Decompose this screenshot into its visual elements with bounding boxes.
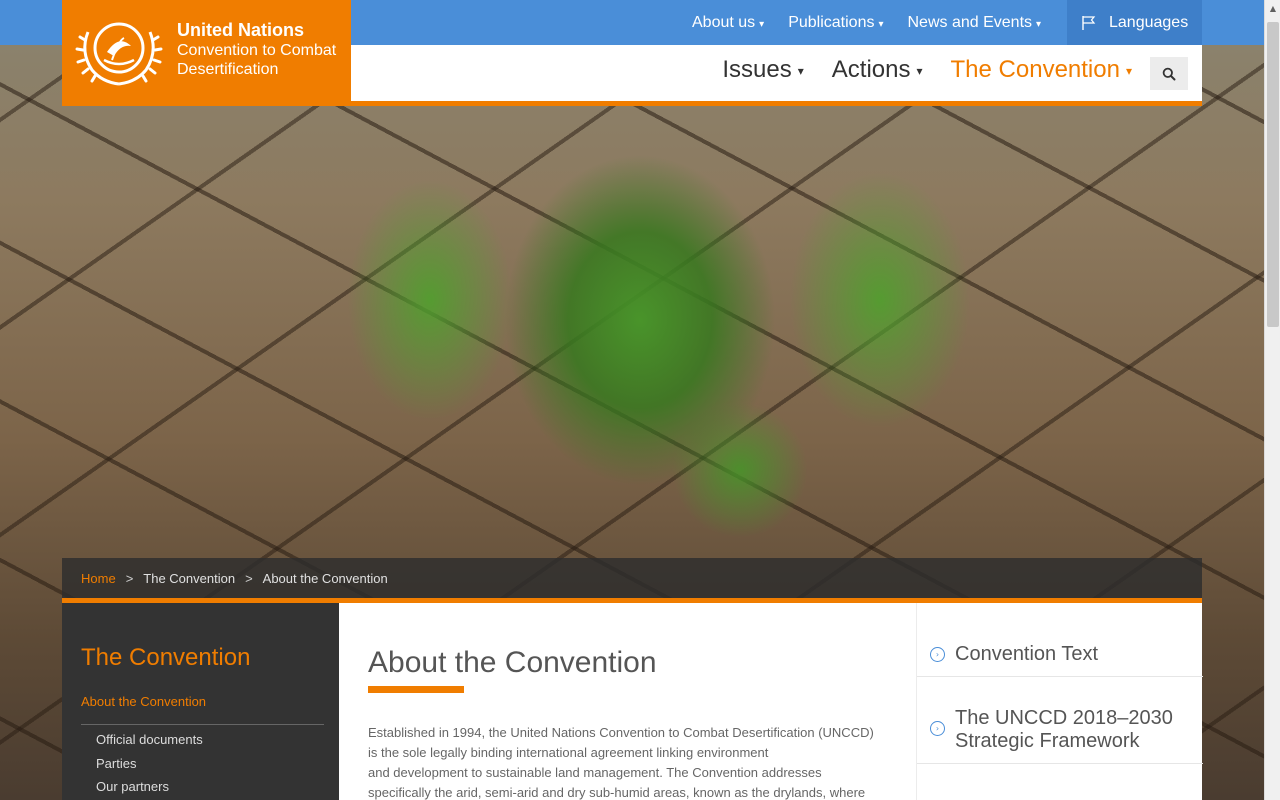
- breadcrumb-the-convention[interactable]: The Convention: [143, 571, 235, 586]
- top-nav-label: About us: [692, 13, 756, 31]
- caret-down-icon: ▾: [916, 63, 923, 78]
- main-nav-issues[interactable]: Issues ▾: [722, 56, 803, 84]
- caret-down-icon: ▾: [759, 18, 765, 30]
- top-nav-label: Publications: [788, 13, 875, 31]
- paragraph-line: and development to sustainable land mana…: [368, 765, 822, 780]
- sidebar-item-official-documents[interactable]: Official documents: [96, 732, 203, 747]
- intro-paragraph: Established in 1994, the United Nations …: [368, 723, 888, 800]
- related-link-label: The UNCCD 2018–2030 Strategic Framework: [955, 707, 1173, 752]
- main-content: About the Convention Established in 1994…: [339, 603, 916, 800]
- breadcrumb: Home > The Convention > About the Conven…: [62, 558, 1202, 598]
- breadcrumb-home[interactable]: Home: [81, 571, 116, 586]
- top-nav-news-and-events[interactable]: News and Events ▾: [896, 14, 1054, 32]
- un-emblem-icon: [75, 22, 163, 86]
- logo-subtitle-1: Convention to Combat: [177, 42, 337, 59]
- paragraph-line: specifically the arid, semi-arid and dry…: [368, 785, 866, 800]
- sidebar-item-about-the-convention[interactable]: About the Convention: [81, 694, 206, 709]
- caret-down-icon: ▾: [797, 63, 804, 78]
- logo-title: United Nations: [177, 20, 305, 40]
- caret-down-icon: ▾: [1036, 18, 1042, 30]
- related-links: › Convention Text › The UNCCD 2018–2030 …: [916, 603, 1203, 800]
- related-link-convention-text[interactable]: › Convention Text: [917, 643, 1203, 677]
- top-nav: About us ▾ Publications ▾ News and Events ▾: [680, 0, 1053, 45]
- breadcrumb-separator: >: [125, 570, 134, 586]
- search-button[interactable]: [1150, 57, 1188, 90]
- main-nav-label: The Convention: [950, 56, 1120, 83]
- page-title: About the Convention: [368, 646, 657, 679]
- paragraph-line: is the sole legally binding internationa…: [368, 745, 769, 760]
- nav-divider: [62, 101, 1202, 106]
- sidebar-title[interactable]: The Convention: [81, 644, 250, 672]
- main-nav-label: Issues: [722, 56, 792, 83]
- search-icon: [1162, 67, 1176, 80]
- main-nav-the-convention[interactable]: The Convention ▾: [951, 56, 1132, 84]
- main-nav-actions[interactable]: Actions ▾: [832, 56, 923, 84]
- top-nav-publications[interactable]: Publications ▾: [776, 14, 895, 32]
- sidebar-item-our-partners[interactable]: Our partners: [96, 779, 169, 794]
- scroll-up-arrow-icon[interactable]: ▲: [1265, 0, 1280, 17]
- sidebar-divider: [81, 724, 324, 725]
- breadcrumb-current: About the Convention: [262, 570, 388, 586]
- main-nav-items: Issues ▾ Actions ▾ The Convention ▾: [694, 45, 1132, 95]
- logo-text: United Nations Convention to Combat Dese…: [177, 20, 336, 79]
- page-scrollbar[interactable]: ▲: [1264, 0, 1280, 800]
- main-nav-label: Actions: [831, 56, 911, 83]
- main-nav: Issues ▾ Actions ▾ The Convention ▾: [351, 45, 1202, 101]
- paragraph-line: Established in 1994, the United Nations …: [368, 725, 874, 740]
- languages-button[interactable]: Languages: [1067, 0, 1202, 45]
- flag-icon: [1082, 15, 1096, 30]
- caret-down-icon: ▾: [878, 18, 884, 30]
- caret-down-icon: ▾: [1125, 63, 1132, 78]
- logo-subtitle-2: Desertification: [177, 61, 279, 78]
- title-underline: [368, 686, 464, 693]
- related-link-strategic-framework[interactable]: › The UNCCD 2018–2030 Strategic Framewor…: [917, 707, 1203, 764]
- chevron-right-circle-icon: ›: [930, 647, 945, 662]
- chevron-right-circle-icon: ›: [930, 721, 945, 736]
- scroll-thumb[interactable]: [1267, 22, 1279, 327]
- site-logo[interactable]: United Nations Convention to Combat Dese…: [62, 0, 351, 101]
- top-nav-about-us[interactable]: About us ▾: [680, 14, 776, 32]
- languages-label: Languages: [1109, 13, 1189, 31]
- top-nav-label: News and Events: [907, 13, 1033, 31]
- related-link-label: Convention Text: [955, 643, 1099, 665]
- sidebar-item-parties[interactable]: Parties: [96, 756, 136, 771]
- breadcrumb-separator: >: [245, 570, 253, 586]
- sidebar: The Convention About the Convention Offi…: [62, 603, 339, 800]
